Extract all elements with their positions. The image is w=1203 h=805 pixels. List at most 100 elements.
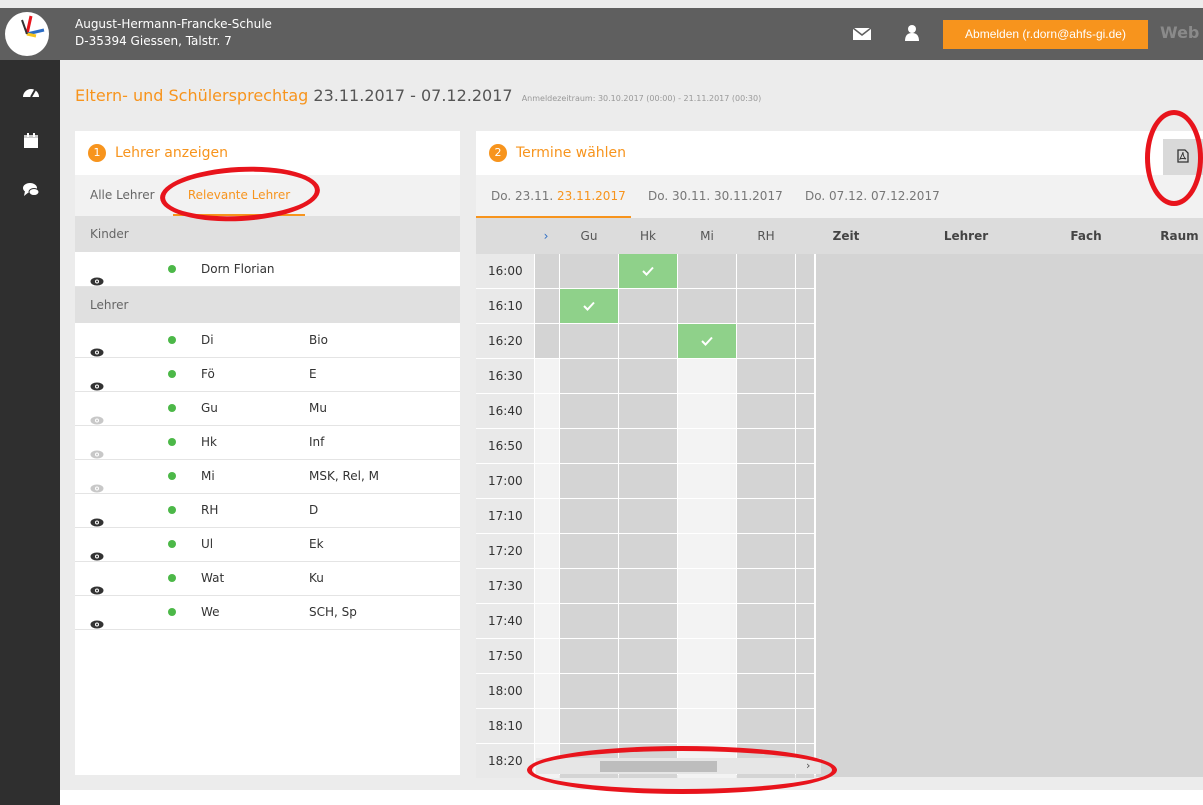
teacher-subject: Ku — [309, 571, 324, 585]
time-slot-cell[interactable] — [737, 359, 795, 393]
eye-icon[interactable] — [90, 608, 104, 629]
child-row[interactable]: Dorn Florian — [75, 252, 460, 287]
time-slot-cell[interactable] — [678, 289, 736, 323]
time-slot-cell[interactable] — [560, 324, 618, 358]
time-slot-cell[interactable] — [560, 429, 618, 463]
eye-icon[interactable] — [90, 472, 104, 493]
booked-slot[interactable] — [560, 289, 618, 323]
eye-icon[interactable] — [90, 506, 104, 527]
time-slot-cell[interactable] — [737, 324, 795, 358]
time-slot-label: 16:00 — [476, 254, 534, 288]
spacer-cell — [796, 289, 814, 323]
time-slot-cell[interactable] — [619, 464, 677, 498]
time-slot-cell[interactable] — [560, 534, 618, 568]
mail-icon[interactable] — [852, 26, 872, 42]
time-slot-cell[interactable] — [560, 464, 618, 498]
teacher-name: Mi — [201, 469, 215, 483]
status-dot — [168, 336, 176, 344]
time-slot-cell[interactable] — [737, 429, 795, 463]
time-slot-cell[interactable] — [619, 289, 677, 323]
time-slot-cell[interactable] — [560, 254, 618, 288]
eye-icon[interactable] — [90, 370, 104, 391]
calendar-icon[interactable] — [22, 132, 40, 150]
marker-cell — [535, 254, 559, 288]
time-slot-cell[interactable] — [678, 534, 736, 568]
user-icon[interactable] — [903, 24, 921, 42]
teacher-row[interactable]: Fö E — [75, 357, 460, 392]
time-slot-cell[interactable] — [678, 569, 736, 603]
time-slot-cell[interactable] — [678, 464, 736, 498]
teacher-row[interactable]: Wat Ku — [75, 561, 460, 596]
time-slot-cell[interactable] — [560, 569, 618, 603]
time-slot-cell[interactable] — [678, 604, 736, 638]
time-slot-cell[interactable] — [737, 639, 795, 673]
time-slot-cell[interactable] — [737, 534, 795, 568]
time-slot-cell[interactable] — [678, 429, 736, 463]
time-slot-cell[interactable] — [560, 394, 618, 428]
time-slot-cell[interactable] — [619, 604, 677, 638]
eye-icon[interactable] — [90, 404, 104, 425]
chat-icon[interactable] — [22, 181, 40, 199]
time-slot-cell[interactable] — [678, 499, 736, 533]
time-slot-cell[interactable] — [560, 499, 618, 533]
time-slot-cell[interactable] — [737, 604, 795, 638]
teacher-row[interactable]: Di Bio — [75, 323, 460, 358]
appointment-panel-title: Termine wählen — [516, 145, 627, 161]
time-slot-cell[interactable] — [678, 709, 736, 743]
column-teacher-gu: Gu — [580, 229, 598, 243]
time-slot-cell[interactable] — [560, 359, 618, 393]
time-slot-cell[interactable] — [737, 394, 795, 428]
eye-icon[interactable] — [90, 438, 104, 459]
eye-icon[interactable] — [90, 265, 104, 286]
time-slot-cell[interactable] — [737, 499, 795, 533]
time-slot-cell[interactable] — [678, 394, 736, 428]
teacher-name: Wat — [201, 571, 225, 585]
time-slot-cell[interactable] — [619, 499, 677, 533]
time-slot-cell[interactable] — [619, 674, 677, 708]
time-slot-cell[interactable] — [737, 254, 795, 288]
time-slot-cell[interactable] — [619, 429, 677, 463]
eye-icon[interactable] — [90, 574, 104, 595]
booked-slot[interactable] — [619, 254, 677, 288]
teacher-row[interactable]: Hk Inf — [75, 425, 460, 460]
school-logo[interactable] — [0, 8, 60, 60]
time-slot-cell[interactable] — [737, 569, 795, 603]
time-slot-cell[interactable] — [737, 709, 795, 743]
teacher-row[interactable]: Mi MSK, Rel, M — [75, 459, 460, 494]
teacher-row[interactable]: RH D — [75, 493, 460, 528]
time-slot-cell[interactable] — [560, 639, 618, 673]
time-slot-cell[interactable] — [560, 709, 618, 743]
logout-button[interactable]: Abmelden (r.dorn@ahfs-gi.de) — [943, 20, 1148, 49]
teacher-name: Di — [201, 333, 214, 347]
time-slot-cell[interactable] — [619, 534, 677, 568]
time-slot-cell[interactable] — [619, 394, 677, 428]
time-slot-cell[interactable] — [737, 674, 795, 708]
teacher-row[interactable]: Ul Ek — [75, 527, 460, 562]
booked-slot[interactable] — [678, 324, 736, 358]
tab-date-30-11[interactable]: Do. 30.11. 30.11.2017 — [648, 175, 783, 218]
annotation-circle — [1145, 110, 1203, 206]
eye-icon[interactable] — [90, 540, 104, 561]
time-slot-cell[interactable] — [619, 569, 677, 603]
teacher-row[interactable]: Gu Mu — [75, 391, 460, 426]
teacher-subject: Mu — [309, 401, 327, 415]
time-slot-cell[interactable] — [619, 709, 677, 743]
time-slot-cell[interactable] — [737, 464, 795, 498]
time-slot-cell[interactable] — [678, 254, 736, 288]
time-slot-cell[interactable] — [619, 359, 677, 393]
spacer-cell — [796, 499, 814, 533]
eye-icon[interactable] — [90, 336, 104, 357]
time-slot-cell[interactable] — [619, 639, 677, 673]
time-slot-cell[interactable] — [560, 674, 618, 708]
time-slot-cell[interactable] — [678, 639, 736, 673]
tab-all-teachers[interactable]: Alle Lehrer — [90, 175, 155, 216]
dashboard-icon[interactable] — [22, 84, 40, 102]
time-slot-cell[interactable] — [678, 674, 736, 708]
time-slot-cell[interactable] — [737, 289, 795, 323]
time-slot-cell[interactable] — [678, 359, 736, 393]
time-slot-cell[interactable] — [560, 604, 618, 638]
tab-date-07-12[interactable]: Do. 07.12. 07.12.2017 — [805, 175, 940, 218]
time-slot-cell[interactable] — [619, 324, 677, 358]
teacher-row[interactable]: We SCH, Sp — [75, 595, 460, 630]
tab-date-23-11[interactable]: Do. 23.11. 23.11.2017 — [476, 175, 631, 218]
